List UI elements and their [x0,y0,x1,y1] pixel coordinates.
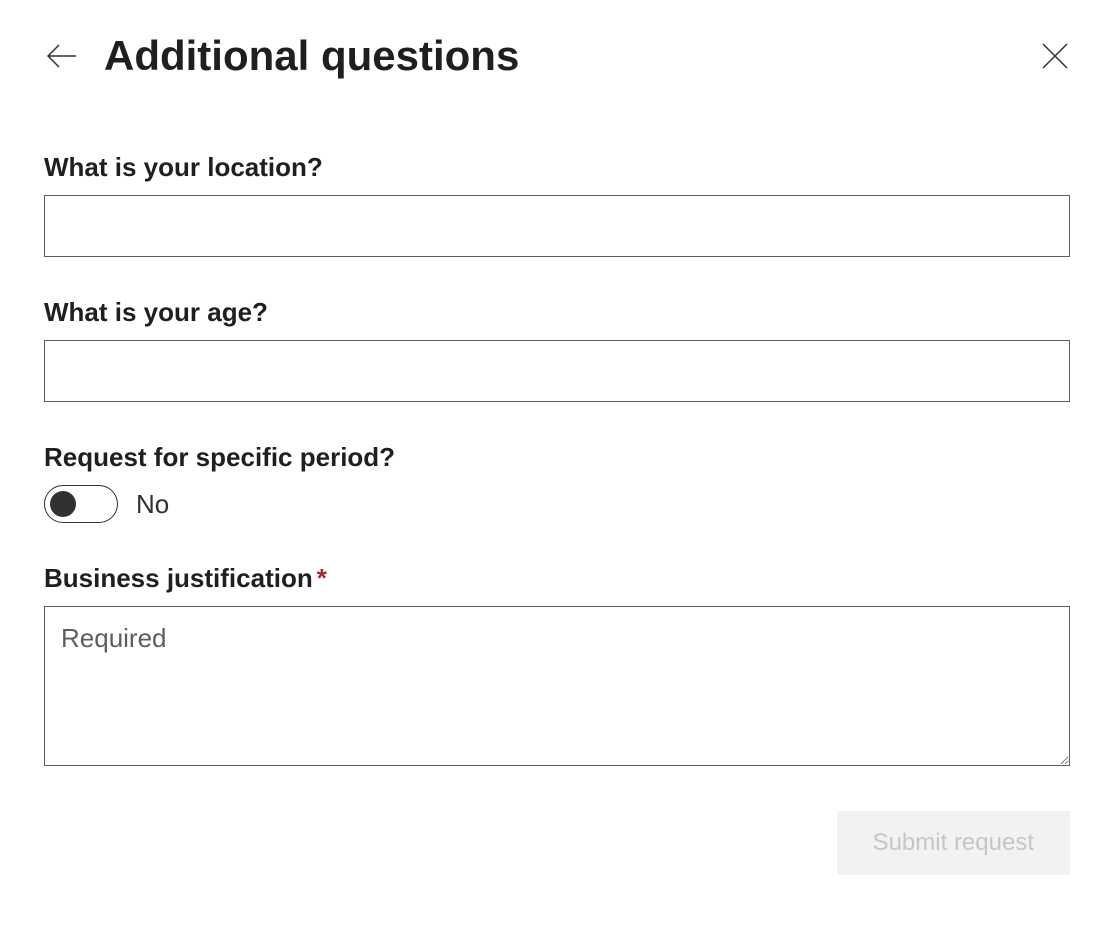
arrow-left-icon [44,38,80,74]
dialog-footer: Submit request [44,811,1070,875]
justification-field-group: Business justification* [44,563,1070,771]
age-label: What is your age? [44,297,1070,328]
location-label: What is your location? [44,152,1070,183]
location-input[interactable] [44,195,1070,257]
back-button[interactable] [44,38,80,74]
justification-label: Business justification* [44,563,1070,594]
period-toggle[interactable] [44,485,118,523]
required-indicator: * [317,563,327,593]
period-toggle-state: No [136,489,169,520]
toggle-knob-icon [50,491,76,517]
dialog-header: Additional questions [44,32,1070,80]
justification-textarea[interactable] [44,606,1070,766]
justification-label-text: Business justification [44,563,313,593]
close-icon [1040,41,1070,71]
period-toggle-row: No [44,485,1070,523]
age-input[interactable] [44,340,1070,402]
location-field-group: What is your location? [44,152,1070,257]
period-label: Request for specific period? [44,442,1070,473]
age-field-group: What is your age? [44,297,1070,402]
period-field-group: Request for specific period? No [44,442,1070,523]
close-button[interactable] [1040,41,1070,71]
page-title: Additional questions [104,32,1040,80]
submit-button[interactable]: Submit request [837,811,1070,875]
dialog-container: Additional questions What is your locati… [0,0,1114,907]
